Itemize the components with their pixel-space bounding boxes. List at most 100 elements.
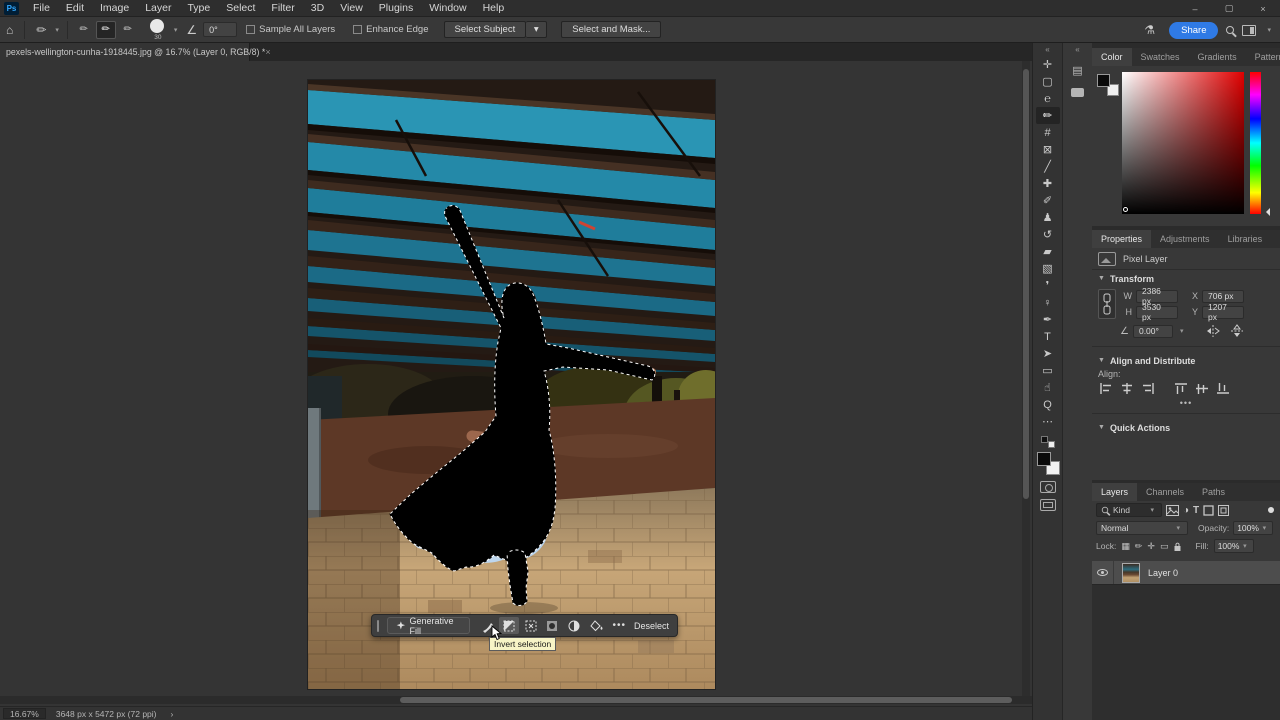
tab-channels[interactable]: Channels: [1137, 483, 1193, 501]
filter-type-layers-icon[interactable]: T: [1193, 505, 1199, 516]
status-chevron-icon[interactable]: ›: [171, 709, 174, 719]
select-subject-button[interactable]: Select Subject: [444, 21, 527, 38]
color-swatch-stack[interactable]: [1097, 74, 1119, 96]
selection-brush-tool[interactable]: ✏: [1036, 107, 1060, 124]
tech-preview-icon[interactable]: ⚗: [1138, 23, 1161, 37]
eyedropper-tool[interactable]: ╱: [1036, 158, 1060, 175]
toolbar-collapse-icon[interactable]: «: [1033, 43, 1062, 56]
flip-horizontal-icon[interactable]: [1206, 324, 1220, 338]
workspace-dropdown-icon[interactable]: ▾: [1264, 26, 1274, 34]
tab-color[interactable]: Color: [1092, 48, 1132, 66]
lasso-tool[interactable]: ℮: [1036, 90, 1060, 107]
flip-vertical-icon[interactable]: [1230, 324, 1244, 338]
workspace-switcher-icon[interactable]: [1242, 25, 1256, 36]
maximize-button[interactable]: ▢: [1212, 0, 1246, 17]
taskbar-drag-handle[interactable]: [377, 620, 379, 632]
healing-brush-tool[interactable]: ✚: [1036, 175, 1060, 192]
brush-tool[interactable]: ✐: [1036, 192, 1060, 209]
align-distribute-section-header[interactable]: ▼ Align and Distribute: [1092, 352, 1280, 369]
create-adjustment-icon[interactable]: [564, 617, 584, 634]
brush-angle-field[interactable]: 0°: [203, 22, 237, 37]
fill-selection-icon[interactable]: [586, 617, 606, 634]
menu-layer[interactable]: Layer: [137, 1, 179, 15]
document-image[interactable]: [308, 80, 715, 689]
horizontal-scrollbar[interactable]: [0, 696, 1032, 704]
close-button[interactable]: ×: [1246, 0, 1280, 17]
generative-fill-button[interactable]: Generative Fill: [387, 617, 470, 634]
menu-help[interactable]: Help: [475, 1, 513, 15]
new-selection-mode-button[interactable]: ✏: [74, 21, 94, 39]
rotation-angle-field[interactable]: 0.00°: [1133, 325, 1173, 338]
panel-collapse-icon[interactable]: «: [1063, 43, 1092, 56]
link-dimensions-icon[interactable]: [1098, 289, 1116, 319]
enhance-edge-checkbox[interactable]: Enhance Edge: [353, 24, 428, 35]
sample-all-layers-checkbox[interactable]: Sample All Layers: [246, 24, 335, 35]
subtract-selection-mode-button[interactable]: ✏: [118, 21, 138, 39]
tab-close-icon[interactable]: ×: [265, 47, 270, 57]
vertical-scrollbar-thumb[interactable]: [1023, 69, 1029, 499]
tab-paths[interactable]: Paths: [1193, 483, 1234, 501]
transform-section-header[interactable]: ▼ Transform: [1092, 270, 1280, 287]
history-panel-icon[interactable]: ▤: [1070, 64, 1086, 78]
minimize-button[interactable]: –: [1178, 0, 1212, 17]
width-field[interactable]: 2386 px: [1136, 290, 1178, 303]
transform-selection-icon[interactable]: [521, 617, 541, 634]
menu-image[interactable]: Image: [92, 1, 137, 15]
align-left-icon[interactable]: [1100, 383, 1112, 394]
x-position-field[interactable]: 706 px: [1202, 290, 1244, 303]
align-middle-vertical-icon[interactable]: [1196, 383, 1208, 394]
brush-size-picker[interactable]: 30: [147, 18, 169, 42]
default-colors-icon[interactable]: [1041, 436, 1055, 448]
filter-smart-objects-icon[interactable]: [1218, 505, 1229, 516]
taskbar-more-options[interactable]: •••: [607, 620, 633, 631]
layer-thumbnail[interactable]: [1122, 563, 1140, 583]
horizontal-scrollbar-thumb[interactable]: [400, 697, 1012, 703]
shape-tool[interactable]: ▭: [1036, 362, 1060, 379]
document-tab[interactable]: pexels-wellington-cunha-1918445.jpg @ 16…: [0, 43, 250, 61]
marquee-tool[interactable]: ▢: [1036, 73, 1060, 90]
home-icon[interactable]: ⌂: [0, 23, 19, 37]
filter-shape-layers-icon[interactable]: [1203, 505, 1214, 516]
filtering-toggle[interactable]: [1268, 507, 1274, 513]
quick-mask-icon[interactable]: [1040, 481, 1056, 493]
zoom-level-field[interactable]: 16.67%: [3, 708, 46, 719]
dodge-tool[interactable]: ♀: [1036, 294, 1060, 311]
clone-stamp-tool[interactable]: ♟: [1036, 209, 1060, 226]
frame-tool[interactable]: ⊠: [1036, 141, 1060, 158]
menu-edit[interactable]: Edit: [58, 1, 92, 15]
history-brush-tool[interactable]: ↺: [1036, 226, 1060, 243]
angle-dropdown-icon[interactable]: ▾: [1177, 327, 1187, 335]
kind-filter-select[interactable]: Kind ▾: [1096, 503, 1162, 517]
screen-mode-icon[interactable]: [1040, 499, 1056, 511]
zoom-tool[interactable]: Q: [1036, 396, 1060, 413]
menu-select[interactable]: Select: [218, 1, 263, 15]
foreground-background-swatches[interactable]: [1036, 451, 1060, 475]
menu-file[interactable]: File: [25, 1, 58, 15]
share-button[interactable]: Share: [1169, 22, 1218, 39]
move-tool[interactable]: ✛: [1036, 56, 1060, 73]
quick-actions-section-header[interactable]: ▼ Quick Actions: [1092, 419, 1280, 436]
select-subject-dropdown[interactable]: ▾: [526, 21, 547, 38]
search-icon[interactable]: [1226, 26, 1234, 34]
filter-adjustment-layers-icon[interactable]: ◑: [1183, 505, 1189, 516]
blend-mode-select[interactable]: Normal ▾: [1096, 521, 1188, 535]
align-right-icon[interactable]: [1142, 383, 1154, 394]
lock-position-icon[interactable]: ✛: [1147, 541, 1155, 552]
hand-tool[interactable]: ☝: [1036, 379, 1060, 396]
saturation-brightness-field[interactable]: [1122, 72, 1244, 214]
tab-adjustments[interactable]: Adjustments: [1151, 230, 1219, 248]
tab-properties[interactable]: Properties: [1092, 230, 1151, 248]
lock-all-icon[interactable]: [1173, 541, 1182, 552]
y-position-field[interactable]: 1207 px: [1202, 306, 1244, 319]
layer-visibility-icon[interactable]: [1097, 569, 1108, 576]
menu-plugins[interactable]: Plugins: [371, 1, 421, 15]
tab-libraries[interactable]: Libraries: [1219, 230, 1272, 248]
menu-view[interactable]: View: [332, 1, 371, 15]
tab-swatches[interactable]: Swatches: [1132, 48, 1189, 66]
create-mask-icon[interactable]: [543, 617, 563, 634]
fill-field[interactable]: 100% ▾: [1214, 539, 1254, 553]
align-more-options[interactable]: •••: [1092, 398, 1280, 408]
path-selection-tool[interactable]: ➤: [1036, 345, 1060, 362]
tab-gradients[interactable]: Gradients: [1189, 48, 1246, 66]
layer-row-layer0[interactable]: Layer 0: [1092, 561, 1280, 585]
